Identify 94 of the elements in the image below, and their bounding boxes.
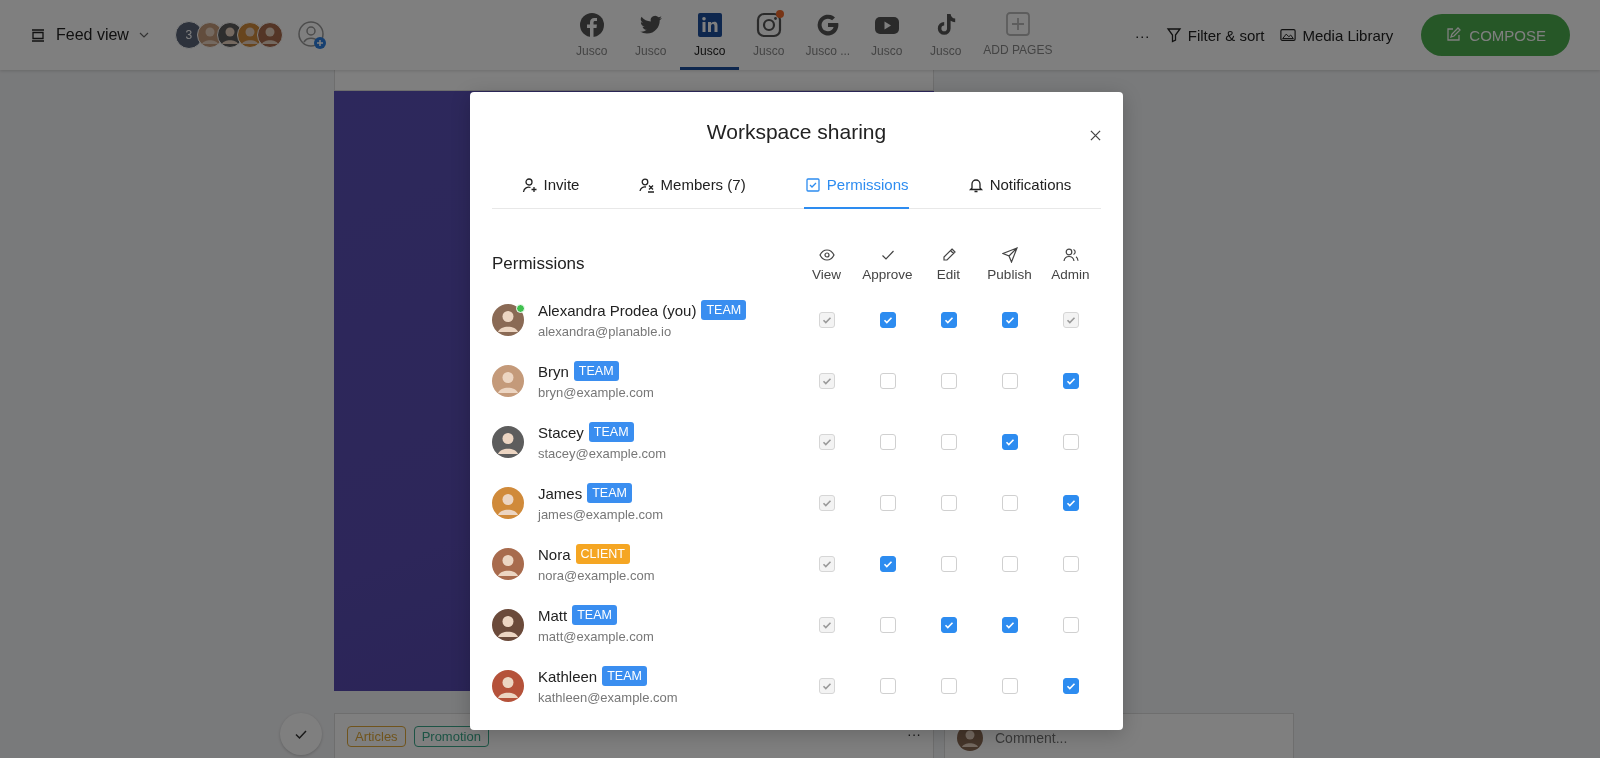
permission-checkbox[interactable] <box>1062 372 1079 389</box>
permission-checkbox[interactable] <box>879 372 896 389</box>
page-tab[interactable]: ADD PAGES <box>975 0 1061 70</box>
member-name: Matt <box>538 606 568 624</box>
member-name: Kathleen <box>538 667 598 685</box>
more-button[interactable]: ··· <box>1132 26 1152 44</box>
page-tab[interactable]: Jusco <box>621 0 681 70</box>
member-email: matt@example.com <box>538 629 654 644</box>
view-menu[interactable]: Feed view <box>30 26 149 44</box>
member-email: james@example.com <box>538 507 664 522</box>
permission-checkbox[interactable] <box>1062 677 1079 694</box>
post-more-button[interactable]: ··· <box>907 726 921 742</box>
permission-checkbox[interactable] <box>1062 555 1079 572</box>
permission-checkbox[interactable] <box>1001 677 1018 694</box>
role-badge: CLIENT <box>575 544 630 564</box>
permission-checkbox[interactable] <box>879 677 896 694</box>
member-email: stacey@example.com <box>538 446 667 461</box>
page-tab[interactable]: Jusco ... <box>798 0 858 70</box>
dialog-tab[interactable]: Members (7) <box>637 162 747 209</box>
member-name: James <box>538 484 583 502</box>
facebook-icon <box>578 12 605 38</box>
permission-checkbox[interactable] <box>1062 433 1079 450</box>
permission-checkbox[interactable] <box>879 433 896 450</box>
column-label: Publish <box>987 266 1032 282</box>
filter-button[interactable]: Filter & sort <box>1163 26 1267 44</box>
image-icon <box>1280 27 1297 43</box>
role-badge: TEAM <box>701 300 747 320</box>
eye-icon <box>818 246 835 263</box>
dialog-tab[interactable]: Invite <box>520 162 581 209</box>
dialog-tab[interactable]: Permissions <box>803 162 910 209</box>
permission-checkbox[interactable] <box>940 433 957 450</box>
camera-icon <box>755 12 782 38</box>
funnel-icon <box>1165 27 1182 43</box>
add-user-icon <box>521 176 538 193</box>
checkbox-icon <box>804 176 821 193</box>
pencil-icon <box>940 246 957 263</box>
permission-checkbox[interactable] <box>940 677 957 694</box>
member-email: kathleen@example.com <box>538 690 678 705</box>
dialog-title: Workspace sharing <box>706 120 887 144</box>
linkedin-icon <box>696 12 723 38</box>
role-badge: TEAM <box>573 361 619 381</box>
edit-icon <box>1445 27 1462 43</box>
add-member-icon[interactable] <box>296 20 327 50</box>
permission-checkbox[interactable] <box>879 616 896 633</box>
permission-checkbox[interactable] <box>940 311 957 328</box>
column-label: Admin <box>1051 266 1090 282</box>
close-icon[interactable] <box>1090 130 1101 141</box>
page-tab[interactable]: Jusco <box>857 0 917 70</box>
post-tag[interactable]: Articles <box>347 726 406 747</box>
section-label: Permissions <box>492 254 586 274</box>
column-label: Edit <box>936 266 961 282</box>
permission-checkbox[interactable] <box>1062 494 1079 511</box>
permission-checkbox[interactable] <box>1001 372 1018 389</box>
role-badge: TEAM <box>588 422 634 442</box>
permission-checkbox[interactable] <box>940 494 957 511</box>
permission-checkbox[interactable] <box>940 372 957 389</box>
users-icon <box>638 176 655 193</box>
page-tab[interactable]: Jusco <box>916 0 976 70</box>
permission-checkbox[interactable] <box>1001 555 1018 572</box>
page-tab[interactable]: Jusco <box>739 0 799 70</box>
member-name: Nora <box>538 545 571 563</box>
permission-checkbox[interactable] <box>1001 494 1018 511</box>
send-icon <box>1001 246 1018 263</box>
column-label: Approve <box>862 266 913 282</box>
permission-checkbox[interactable] <box>1001 433 1018 450</box>
media-library-button[interactable]: Media Library <box>1278 26 1396 44</box>
member-email: nora@example.com <box>538 568 655 583</box>
permission-checkbox[interactable] <box>879 555 896 572</box>
permission-checkbox[interactable] <box>879 494 896 511</box>
member-name: Stacey <box>538 423 584 441</box>
member-name: Alexandra Prodea (you) <box>538 301 697 319</box>
bell-icon <box>967 176 984 193</box>
role-badge: TEAM <box>602 666 647 686</box>
column-label: View <box>812 266 841 282</box>
layout-icon <box>30 27 46 43</box>
page-tab[interactable]: Jusco <box>562 0 622 70</box>
compose-button[interactable]: COMPOSE <box>1421 14 1570 56</box>
avatar <box>256 22 283 48</box>
member-email: alexandra@planable.io <box>538 324 673 339</box>
add-icon <box>1004 10 1031 37</box>
role-badge: TEAM <box>587 483 632 503</box>
permission-checkbox[interactable] <box>879 311 896 328</box>
approve-button[interactable] <box>280 713 322 755</box>
permission-checkbox[interactable] <box>1001 616 1018 633</box>
member-email: bryn@example.com <box>538 385 654 400</box>
permission-checkbox[interactable] <box>1001 311 1018 328</box>
dialog-tab[interactable]: Notifications <box>966 162 1073 209</box>
caret-icon <box>138 32 149 38</box>
role-badge: TEAM <box>572 605 617 625</box>
permission-checkbox[interactable] <box>940 555 957 572</box>
permission-checkbox[interactable] <box>940 616 957 633</box>
member-name: Bryn <box>538 362 569 380</box>
permission-checkbox[interactable] <box>1062 616 1079 633</box>
users-icon <box>1062 246 1079 263</box>
